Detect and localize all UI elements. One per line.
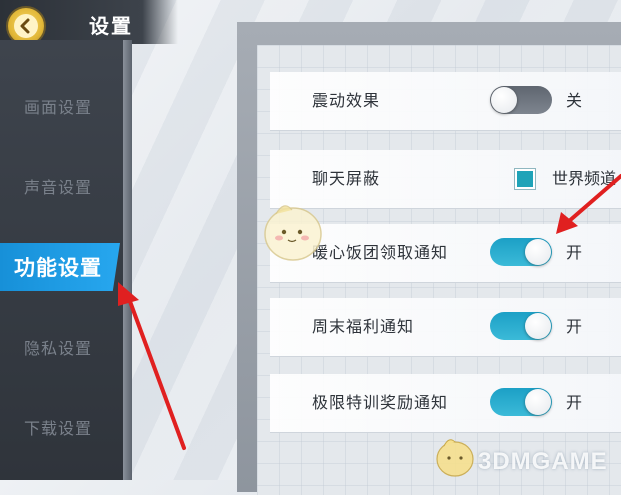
arrow-to-toggle-icon: [556, 174, 621, 234]
arrow-to-sidebar-icon: [118, 282, 186, 450]
annotation-arrows: [118, 174, 621, 450]
